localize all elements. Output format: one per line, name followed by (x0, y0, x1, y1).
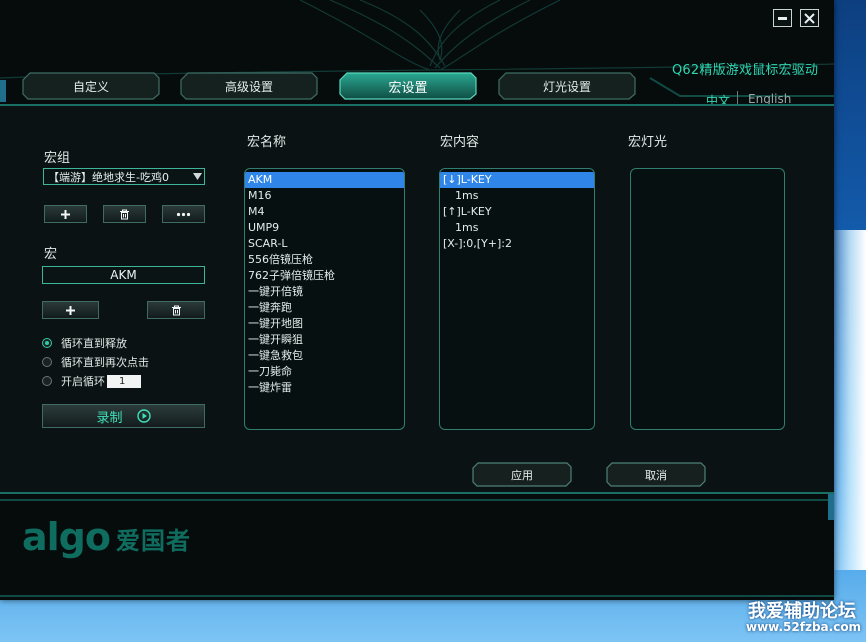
cancel-label: 取消 (645, 468, 667, 482)
add-macro-button[interactable] (42, 301, 99, 319)
macro-name-item[interactable]: M16 (245, 188, 404, 204)
macro-light-header: 宏灯光 (628, 135, 668, 150)
apply-label: 应用 (511, 468, 533, 482)
record-button[interactable]: 录制 (42, 404, 205, 428)
macro-name-item[interactable]: 762子弹倍镜压枪 (245, 268, 404, 284)
tab-custom[interactable]: 自定义 (22, 72, 160, 100)
loop-until-release-label: 循环直到释放 (61, 337, 127, 350)
macro-name-item[interactable]: 一键奔跑 (245, 300, 404, 316)
macro-name-item[interactable]: 一键开倍镜 (245, 284, 404, 300)
radio-unselected[interactable] (42, 357, 52, 367)
macro-name-item[interactable]: AKM (245, 172, 404, 188)
macro-name-list[interactable]: AKM M16 M4 UMP9 SCAR-L 556倍镜压枪 762子弹倍镜压枪 一键开倍镜一… (244, 168, 405, 430)
plus-icon (66, 305, 75, 315)
language-separator (737, 91, 738, 105)
more-icon (176, 212, 191, 216)
delete-group-button[interactable] (103, 205, 146, 223)
macro-name-item[interactable]: 一键开瞬狙 (245, 332, 404, 348)
minimize-icon (778, 16, 787, 20)
macro-group-select[interactable]: 【端游】绝地求生-吃鸡0 (43, 168, 205, 185)
plus-icon (61, 209, 70, 219)
more-options-button[interactable] (162, 205, 205, 223)
macro-content-item[interactable]: [↑]L-KEY (440, 204, 594, 220)
macro-name-item[interactable]: 556倍镜压枪 (245, 252, 404, 268)
macro-group-selected: 【端游】绝地求生-吃鸡0 (48, 170, 169, 184)
logo-chinese: 爱国者 (115, 527, 191, 555)
tab-lighting-label: 灯光设置 (542, 79, 591, 94)
aigo-logo: algo 爱国者 (22, 517, 191, 557)
trash-icon (171, 305, 181, 315)
macro-label: 宏 (44, 247, 58, 262)
radio-selected[interactable] (42, 338, 52, 348)
tab-advanced[interactable]: 高级设置 (180, 72, 318, 100)
macro-name-field[interactable]: AKM (42, 266, 205, 284)
delete-macro-button[interactable] (147, 301, 205, 319)
add-group-button[interactable] (44, 205, 87, 223)
macro-content-item[interactable]: [↓]L-KEY (440, 172, 594, 188)
loop-count-input[interactable]: 1 (107, 374, 141, 388)
loop-until-click-option[interactable]: 循环直到再次点击 (42, 354, 149, 370)
minimize-button[interactable] (773, 9, 792, 27)
tab-lighting[interactable]: 灯光设置 (498, 72, 636, 100)
cancel-button[interactable]: 取消 (606, 462, 706, 487)
macro-name-item[interactable]: 一键急救包 (245, 348, 404, 364)
dropdown-arrow-icon (190, 173, 204, 180)
loop-count-option[interactable]: 开启循环 1 (42, 373, 141, 389)
loop-count-label: 开启循环 (61, 375, 105, 388)
macro-group-label: 宏组 (44, 151, 71, 166)
logo-wordmark: algo (22, 515, 111, 559)
close-icon (804, 12, 815, 24)
tab-macro-label: 宏设置 (388, 80, 428, 96)
macro-name-item[interactable]: 一刀毙命 (245, 364, 404, 380)
macro-name-item[interactable]: 一键开地图 (245, 316, 404, 332)
tab-custom-label: 自定义 (72, 79, 109, 94)
apply-button[interactable]: 应用 (472, 462, 572, 487)
macro-driver-window: Q62精版游戏鼠标宏驱动 中文 English 自定义 高级设置 宏设置 灯光设… (0, 0, 834, 600)
loop-until-click-label: 循环直到再次点击 (61, 356, 149, 369)
play-icon (136, 409, 151, 423)
macro-content-list[interactable]: [↓]L-KEY 1ms [↑]L-KEY 1ms [X-]:0,[Y+]:2 (439, 168, 595, 430)
macro-content-header: 宏内容 (440, 135, 480, 150)
macro-content-item[interactable]: [X-]:0,[Y+]:2 (440, 236, 594, 252)
macro-name-item[interactable]: M4 (245, 204, 404, 220)
macro-light-panel[interactable] (630, 168, 785, 430)
macro-name-header: 宏名称 (247, 135, 287, 150)
macro-name-item[interactable]: 一键炸雷 (245, 380, 404, 396)
forum-watermark-url: www.52fzba.com (746, 620, 862, 634)
macro-content-item[interactable]: 1ms (440, 188, 594, 204)
app-title: Q62精版游戏鼠标宏驱动 (672, 63, 819, 78)
macro-name-item[interactable]: UMP9 (245, 220, 404, 236)
macro-name-item[interactable]: SCAR-L (245, 236, 404, 252)
loop-until-release-option[interactable]: 循环直到释放 (42, 335, 127, 351)
close-button[interactable] (800, 9, 819, 27)
macro-content-item[interactable]: 1ms (440, 220, 594, 236)
record-label: 录制 (96, 410, 123, 426)
trash-icon (120, 209, 129, 219)
tab-macro[interactable]: 宏设置 (339, 72, 477, 100)
tab-advanced-label: 高级设置 (224, 79, 273, 94)
radio-unselected[interactable] (42, 376, 52, 386)
